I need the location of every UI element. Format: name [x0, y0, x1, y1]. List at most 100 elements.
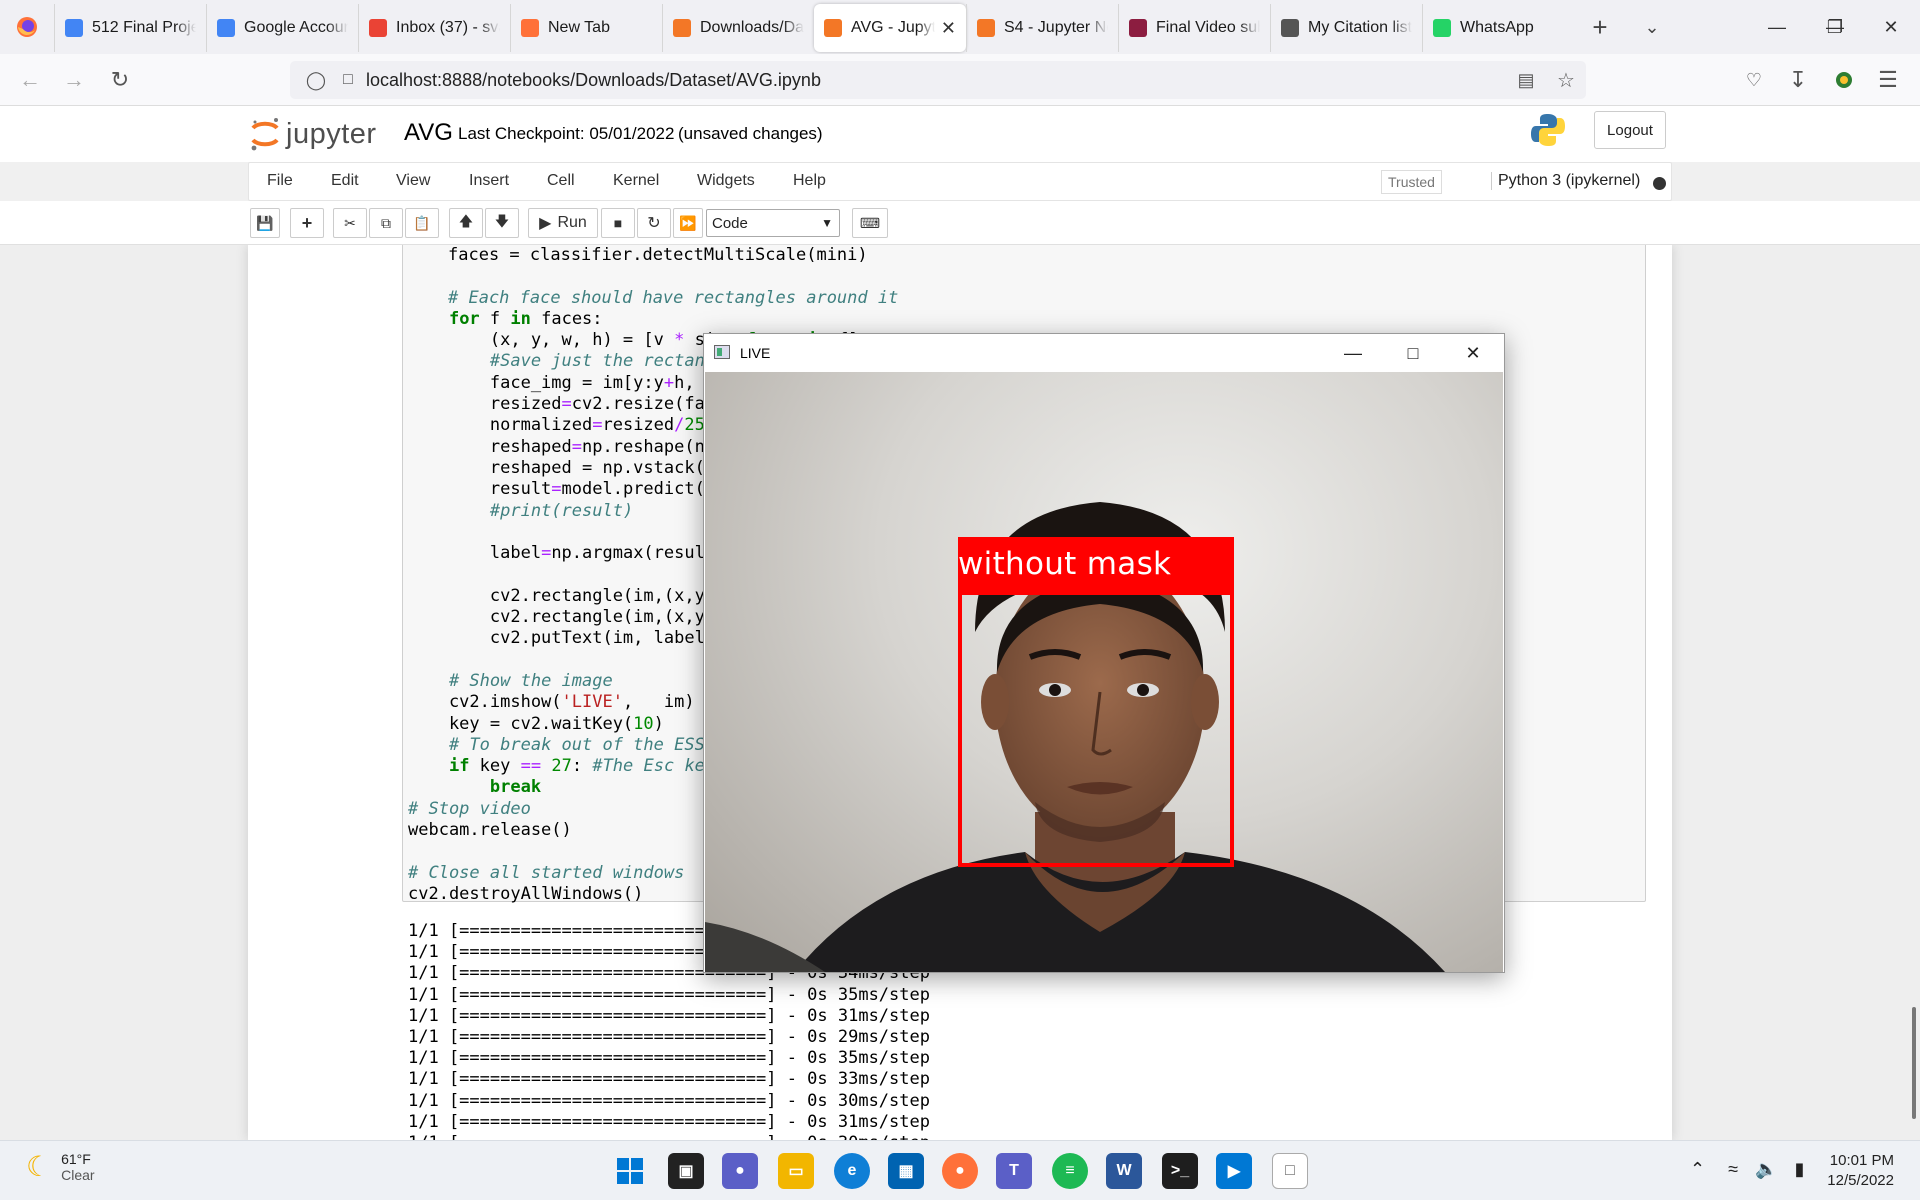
- cell-type-select[interactable]: Code ▼: [706, 209, 840, 237]
- menu-kernel[interactable]: Kernel: [613, 172, 659, 190]
- browser-tab-label: AVG - Jupyte: [851, 19, 935, 36]
- teams-icon[interactable]: T: [996, 1153, 1032, 1189]
- insert-cell-plus-icon[interactable]: +: [290, 208, 324, 238]
- browser-tab[interactable]: Inbox (37) - sva: [358, 4, 510, 52]
- browser-tab[interactable]: Downloads/Da: [662, 4, 814, 52]
- microsoft-store-icon[interactable]: ▦: [888, 1153, 924, 1189]
- run-label: Run: [557, 214, 587, 231]
- browser-tab-label: New Tab: [548, 19, 610, 36]
- opencv-live-window-taskbar-icon[interactable]: □: [1272, 1153, 1308, 1189]
- back-arrow-icon[interactable]: ←: [12, 62, 48, 98]
- firefox-icon: [521, 19, 539, 37]
- new-tab-plus-icon[interactable]: +: [1574, 0, 1626, 54]
- notebook-name[interactable]: AVG: [404, 119, 453, 147]
- menu-widgets[interactable]: Widgets: [697, 172, 755, 190]
- move-down-arrow-icon[interactable]: 🡇: [485, 208, 519, 238]
- browser-restore-button[interactable]: ❐: [1806, 0, 1864, 54]
- menu-file[interactable]: File: [267, 172, 293, 190]
- live-maximize-button[interactable]: □: [1384, 334, 1442, 372]
- interrupt-stop-icon[interactable]: ■: [601, 208, 635, 238]
- system-clock[interactable]: 10:01 PM 12/5/2022: [1827, 1151, 1894, 1191]
- logout-button[interactable]: Logout: [1594, 111, 1666, 149]
- menu-cell[interactable]: Cell: [547, 172, 575, 190]
- mendeley-icon: [1281, 19, 1299, 37]
- browser-tab[interactable]: AVG - Jupyte ✕: [814, 4, 966, 52]
- list-all-tabs-chevron-icon[interactable]: ⌄: [1626, 0, 1678, 54]
- browser-tab[interactable]: My Citation list: [1270, 4, 1422, 52]
- chevron-down-icon: ▼: [821, 216, 833, 230]
- app-menu-hamburger-icon[interactable]: ☰: [1870, 62, 1906, 98]
- terminal-icon[interactable]: >_: [1162, 1153, 1198, 1189]
- clock-time: 10:01 PM: [1829, 1152, 1894, 1169]
- weather-widget[interactable]: ☾ 61°F Clear: [26, 1150, 95, 1183]
- browser-close-button[interactable]: ✕: [1862, 0, 1920, 54]
- command-palette-keyboard-icon[interactable]: ⌨: [852, 208, 888, 238]
- menu-edit[interactable]: Edit: [331, 172, 359, 190]
- run-button[interactable]: ▶ Run: [528, 208, 598, 238]
- volume-icon[interactable]: 🔈: [1755, 1159, 1777, 1179]
- chat-icon[interactable]: ●: [722, 1153, 758, 1189]
- firefox-icon[interactable]: [0, 0, 54, 54]
- browser-tab[interactable]: S4 - Jupyter No: [966, 4, 1118, 52]
- tracking-protection-shield-icon[interactable]: ◯: [298, 62, 334, 98]
- live-camera-window[interactable]: LIVE — □ ✕ without mask: [703, 333, 1505, 973]
- url-bar[interactable]: ◯ □ localhost:8888/notebooks/Downloads/D…: [290, 61, 1586, 99]
- jupyter-header: jupyter AVG Last Checkpoint: 05/01/2022 …: [0, 106, 1920, 162]
- url-text[interactable]: localhost:8888/notebooks/Downloads/Datas…: [366, 70, 821, 91]
- trusted-indicator[interactable]: Trusted: [1381, 170, 1442, 194]
- page-info-icon[interactable]: □: [330, 62, 366, 98]
- restart-run-all-fast-forward-icon[interactable]: ⏩: [673, 208, 703, 238]
- restart-icon[interactable]: ↻: [637, 208, 671, 238]
- downloads-icon[interactable]: ↧: [1780, 62, 1816, 98]
- browser-tab[interactable]: New Tab: [510, 4, 662, 52]
- save-icon[interactable]: 💾: [250, 208, 280, 238]
- media-player-icon[interactable]: ▶: [1216, 1153, 1252, 1189]
- face-detection-box: [958, 591, 1234, 867]
- bookmark-star-icon[interactable]: ☆: [1548, 62, 1584, 98]
- close-tab-icon[interactable]: ✕: [941, 18, 956, 39]
- reload-icon[interactable]: ↻: [102, 62, 138, 98]
- menu-insert[interactable]: Insert: [469, 172, 509, 190]
- copy-icon[interactable]: ⧉: [369, 208, 403, 238]
- live-window-title: LIVE: [740, 345, 771, 361]
- spotify-icon[interactable]: ≡: [1052, 1153, 1088, 1189]
- file-explorer-icon[interactable]: ▭: [778, 1153, 814, 1189]
- browser-tab[interactable]: WhatsApp: [1422, 4, 1574, 52]
- output-line: 1/1 [==============================] - 0…: [408, 1005, 930, 1026]
- detection-label: without mask: [958, 537, 1234, 591]
- output-line: 1/1 [==============================] - 0…: [408, 984, 930, 1005]
- jupyter-toolbar: 💾 + ✂ ⧉ 📋 🡅 🡇 ▶ Run ■ ↻ ⏩ Code ▼ ⌨: [0, 201, 1920, 245]
- output-line: 1/1 [==============================] - 0…: [408, 1027, 930, 1048]
- cut-scissors-icon[interactable]: ✂: [333, 208, 367, 238]
- show-hidden-icons-chevron-icon[interactable]: ⌃: [1690, 1159, 1705, 1179]
- edge-icon[interactable]: e: [834, 1153, 870, 1189]
- page-scrollbar-thumb[interactable]: [1912, 1007, 1916, 1119]
- browser-tab[interactable]: 512 Final Proje: [54, 4, 206, 52]
- windows-start-icon[interactable]: [612, 1153, 648, 1189]
- asu-icon: [1129, 19, 1147, 37]
- reader-view-icon[interactable]: ▤: [1508, 62, 1544, 98]
- browser-minimize-button[interactable]: —: [1748, 0, 1806, 54]
- extension-icon[interactable]: [1826, 62, 1862, 98]
- browser-tab[interactable]: Google Accour: [206, 4, 358, 52]
- moon-icon: ☾: [26, 1151, 52, 1182]
- live-minimize-button[interactable]: —: [1324, 334, 1382, 372]
- live-close-button[interactable]: ✕: [1444, 334, 1502, 372]
- menu-help[interactable]: Help: [793, 172, 826, 190]
- kernel-name[interactable]: Python 3 (ipykernel): [1491, 172, 1640, 190]
- battery-icon[interactable]: ▮: [1794, 1159, 1804, 1179]
- pocket-icon[interactable]: ♡: [1736, 62, 1772, 98]
- jupyter-hourglass-icon: [977, 19, 995, 37]
- move-up-arrow-icon[interactable]: 🡅: [449, 208, 483, 238]
- word-icon[interactable]: W: [1106, 1153, 1142, 1189]
- jupyter-logo[interactable]: jupyter: [250, 116, 377, 152]
- firefox-taskbar-icon[interactable]: ●: [942, 1153, 978, 1189]
- menu-view[interactable]: View: [396, 172, 430, 190]
- paste-icon[interactable]: 📋: [405, 208, 439, 238]
- live-window-titlebar[interactable]: LIVE — □ ✕: [704, 334, 1504, 372]
- forward-arrow-icon[interactable]: →: [56, 62, 92, 98]
- task-view-icon[interactable]: ▣: [668, 1153, 704, 1189]
- weather-temperature: 61°F: [61, 1150, 91, 1167]
- wifi-icon[interactable]: ≈: [1728, 1159, 1738, 1179]
- browser-tab[interactable]: Final Video sub: [1118, 4, 1270, 52]
